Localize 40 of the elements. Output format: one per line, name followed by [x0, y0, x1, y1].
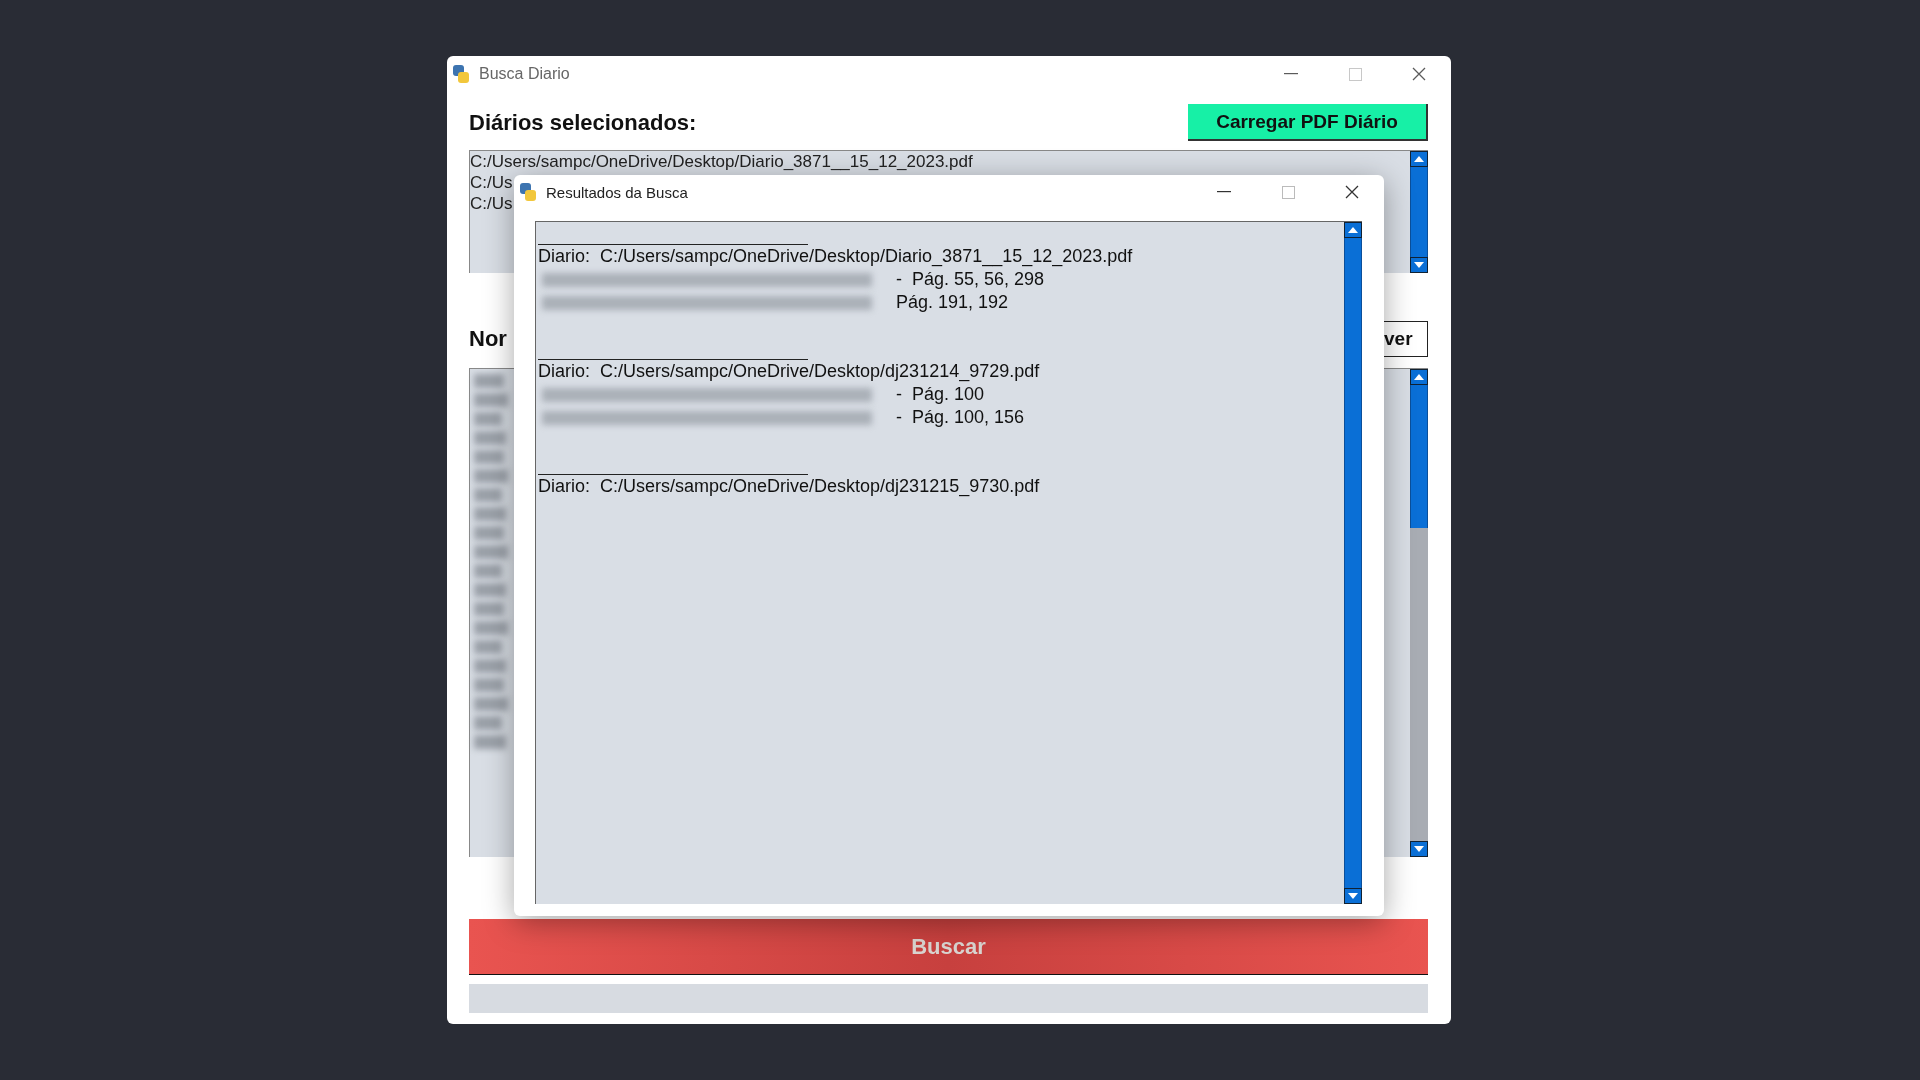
page-numbers: Pág. 191, 192 — [896, 291, 1009, 314]
section-label: Nor — [469, 326, 507, 352]
file-path: C:/Users/sampc/OneDrive/Desktop/dj231215_9730.pdf — [600, 475, 1040, 498]
minimize-icon[interactable] — [1217, 191, 1231, 193]
down-arrow-icon — [1348, 893, 1358, 899]
up-arrow-icon — [1348, 227, 1358, 233]
up-arrow-icon — [1414, 374, 1424, 380]
scroll-down-button[interactable] — [1410, 841, 1428, 857]
page-numbers: - Pág. 100 — [896, 383, 985, 406]
scrollbar-thumb[interactable] — [1410, 167, 1428, 257]
scroll-up-button[interactable] — [1410, 369, 1428, 385]
down-arrow-icon — [1414, 262, 1424, 268]
scroll-up-button[interactable] — [1410, 151, 1428, 167]
page-numbers: - Pág. 100, 156 — [896, 406, 1025, 429]
app-icon — [451, 64, 471, 84]
close-icon[interactable] — [1412, 67, 1426, 81]
scrollbar-thumb[interactable] — [1344, 238, 1362, 888]
page-numbers: - Pág. 55, 56, 298 — [896, 268, 1045, 291]
diario-label: Diario: — [538, 475, 590, 498]
up-arrow-icon — [1414, 156, 1424, 162]
file-path: C:/Users/sampc/OneDrive/Desktop/dj231214_9729.pdf — [600, 360, 1040, 383]
names-button[interactable]: ver — [1384, 321, 1428, 357]
section-label: Diários selecionados: — [469, 109, 697, 136]
scroll-up-button[interactable] — [1344, 222, 1362, 238]
scroll-down-button[interactable] — [1410, 257, 1428, 273]
diario-label: Diario: — [538, 360, 590, 383]
minimize-icon[interactable] — [1284, 73, 1298, 75]
scroll-down-button[interactable] — [1344, 888, 1362, 904]
close-icon[interactable] — [1345, 185, 1359, 199]
diario-label: Diario: — [538, 245, 590, 268]
app-icon — [518, 182, 538, 202]
file-path[interactable]: C:/Us — [470, 172, 513, 193]
file-path: C:/Users/sampc/OneDrive/Desktop/Diario_3871__15_12_2023.pdf — [600, 245, 1133, 268]
dialog-title: Resultados da Busca — [546, 183, 689, 201]
file-path[interactable]: C:/Us — [470, 193, 513, 214]
file-path[interactable]: C:/Users/sampc/OneDrive/Desktop/Diario_3871__15_12_2023.pdf — [470, 151, 973, 172]
down-arrow-icon — [1414, 846, 1424, 852]
scrollbar-thumb[interactable] — [1410, 385, 1428, 528]
window-title: Busca Diario — [479, 65, 571, 83]
load-pdf-button[interactable]: Carregar PDF Diário — [1188, 104, 1428, 141]
